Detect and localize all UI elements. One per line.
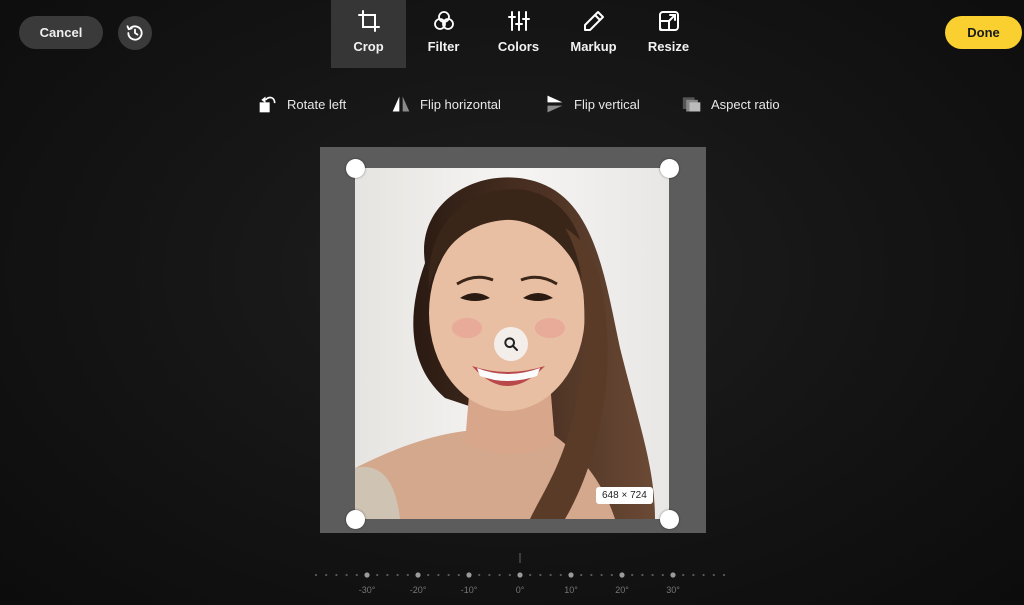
ruler-minor-tick — [600, 573, 603, 577]
ruler-minor-tick — [722, 573, 726, 577]
aspect-ratio-icon — [682, 97, 701, 112]
flip-horizontal-icon — [392, 96, 410, 112]
tool-label: Aspect ratio — [711, 96, 780, 112]
history-icon — [126, 25, 143, 41]
tab-crop[interactable]: Crop — [331, 0, 406, 68]
ruler-minor-tick — [396, 573, 399, 577]
ruler-minor-tick — [661, 573, 664, 577]
resize-icon — [658, 11, 679, 31]
ruler-label: 30° — [666, 585, 680, 595]
crop-icon — [357, 10, 380, 32]
ruler-minor-tick — [549, 573, 552, 577]
tab-colors[interactable]: Colors — [481, 0, 556, 68]
ruler-minor-tick — [529, 573, 532, 577]
ruler-label: 0° — [515, 585, 525, 595]
crop-handle-bottom-left[interactable] — [346, 510, 365, 529]
ruler-minor-tick — [478, 573, 481, 577]
tool-label: Flip vertical — [574, 96, 640, 112]
ruler-minor-tick — [610, 573, 613, 577]
ruler-major-tick — [517, 572, 523, 578]
ruler-minor-tick — [590, 573, 593, 577]
cancel-button[interactable]: Cancel — [19, 16, 103, 49]
tool-label: Flip horizontal — [420, 96, 501, 112]
ruler-label: -30° — [358, 585, 376, 595]
ruler-minor-tick — [427, 573, 430, 577]
ruler-label: 10° — [564, 585, 578, 595]
tab-filter[interactable]: Filter — [406, 0, 481, 68]
history-button[interactable] — [118, 16, 152, 50]
dimensions-badge: 648 × 724 — [596, 487, 653, 504]
ruler-minor-tick — [335, 573, 338, 577]
ruler-minor-tick — [314, 573, 318, 577]
ruler-minor-tick — [682, 573, 685, 577]
tab-resize[interactable]: Resize — [631, 0, 706, 68]
ruler-major-tick — [415, 572, 421, 578]
ruler-major-tick — [364, 572, 370, 578]
ruler-major-tick — [466, 572, 472, 578]
tab-label: Colors — [497, 39, 540, 54]
ruler-label: -20° — [409, 585, 427, 595]
crop-handle-top-right[interactable] — [660, 159, 679, 178]
tool-label: Rotate left — [287, 96, 347, 112]
ruler-minor-tick — [692, 573, 695, 577]
pen-icon — [583, 11, 604, 31]
ruler-minor-tick — [539, 573, 542, 577]
ruler-minor-tick — [406, 573, 409, 577]
crop-tools: Rotate left Flip horizontal Flip vertica… — [0, 94, 1024, 120]
flip-vertical-button[interactable]: Flip vertical — [545, 94, 640, 114]
tab-label: Resize — [647, 39, 690, 54]
editor-tabs: Crop Filter Colors Markup Resize — [331, 0, 706, 68]
aspect-ratio-button[interactable]: Aspect ratio — [682, 94, 780, 114]
zoom-button[interactable] — [494, 327, 528, 361]
sliders-icon — [507, 11, 530, 31]
ruler-major-tick — [619, 572, 625, 578]
ruler-minor-tick — [508, 573, 511, 577]
ruler-minor-tick — [376, 573, 379, 577]
ruler-minor-tick — [345, 573, 348, 577]
ruler-minor-tick — [325, 573, 328, 577]
ruler-minor-tick — [355, 573, 358, 577]
ruler-label: -10° — [460, 585, 478, 595]
ruler-minor-tick — [386, 573, 389, 577]
ruler-major-tick — [670, 572, 676, 578]
ruler-minor-tick — [447, 573, 450, 577]
ruler-minor-tick — [651, 573, 654, 577]
ruler-minor-tick — [498, 573, 501, 577]
ruler-major-tick — [568, 572, 574, 578]
ruler-minor-tick — [559, 573, 562, 577]
rotate-left-button[interactable]: Rotate left — [258, 94, 346, 114]
tab-markup[interactable]: Markup — [556, 0, 631, 68]
ruler-minor-tick — [712, 573, 715, 577]
ruler-minor-tick — [580, 573, 583, 577]
ruler-minor-tick — [702, 573, 705, 577]
ruler-label: 20° — [615, 585, 629, 595]
ruler-minor-tick — [488, 573, 491, 577]
tab-label: Filter — [427, 39, 460, 54]
filter-icon — [433, 11, 454, 30]
ruler-minor-tick — [457, 573, 460, 577]
done-button[interactable]: Done — [945, 16, 1022, 49]
ruler-minor-tick — [631, 573, 634, 577]
ruler-minor-tick — [437, 573, 440, 577]
search-icon — [504, 337, 518, 351]
ruler-minor-tick — [641, 573, 644, 577]
rotate-left-icon — [259, 96, 276, 113]
tab-label: Markup — [570, 39, 617, 54]
flip-vertical-icon — [547, 95, 563, 113]
crop-handle-top-left[interactable] — [346, 159, 365, 178]
flip-horizontal-button[interactable]: Flip horizontal — [391, 94, 501, 114]
crop-handle-bottom-right[interactable] — [660, 510, 679, 529]
tab-label: Crop — [353, 39, 384, 54]
